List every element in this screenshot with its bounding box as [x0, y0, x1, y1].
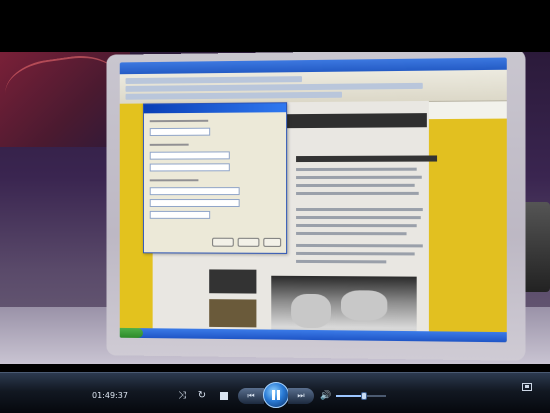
browser-toolbar [119, 69, 507, 105]
webpage-thumbnail [209, 299, 257, 328]
monitor-screen [119, 57, 507, 343]
webpage-headline [296, 155, 438, 163]
os-start-button [119, 327, 143, 339]
volume-fill [336, 395, 364, 397]
volume-thumb[interactable] [360, 392, 367, 400]
pause-icon[interactable] [263, 382, 289, 408]
monitor [106, 52, 526, 361]
elapsed-time: 01:49:37 [92, 391, 128, 400]
shuffle-icon[interactable]: ⤨ [176, 390, 188, 402]
video-frame[interactable] [0, 0, 550, 372]
previous-icon[interactable]: ⏮ [238, 388, 264, 404]
speaker-icon[interactable]: 🔊 [320, 390, 332, 402]
fullscreen-icon[interactable] [522, 383, 532, 391]
media-player-controls: 01:49:37 ⤨ ↻ ⏮ ⏭ 🔊 [0, 372, 550, 413]
volume-slider[interactable] [336, 392, 386, 400]
video-scene [0, 52, 550, 364]
dialog-titlebar [143, 103, 287, 114]
next-icon[interactable]: ⏭ [288, 388, 314, 404]
webpage-thumbnail [209, 269, 257, 294]
stop-icon[interactable] [220, 392, 228, 400]
webpage-right-column [428, 118, 507, 343]
repeat-icon[interactable]: ↻ [196, 390, 208, 402]
settings-dialog [142, 102, 288, 254]
